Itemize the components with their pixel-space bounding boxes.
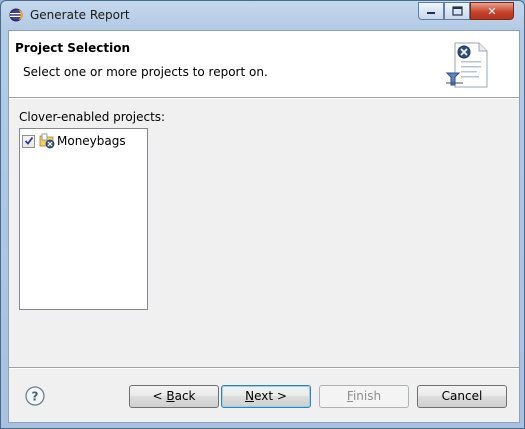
project-list[interactable]: Moneybags	[19, 128, 148, 310]
next-mnemonic: N	[245, 389, 255, 403]
projects-label: Clover-enabled projects:	[19, 110, 166, 124]
checkmark-icon	[24, 136, 33, 145]
window-title: Generate Report	[30, 8, 130, 22]
next-button[interactable]: Next >	[221, 385, 311, 408]
header-separator	[9, 97, 519, 99]
report-wizard-icon	[445, 42, 488, 88]
back-mnemonic: B	[166, 389, 175, 403]
svg-text:?: ?	[32, 390, 39, 404]
clover-project-icon	[39, 133, 55, 149]
close-icon: ✕	[487, 4, 497, 18]
finish-label-rest: inish	[352, 389, 382, 403]
button-bar-separator	[9, 367, 519, 369]
eclipse-app-icon	[9, 8, 23, 22]
finish-button[interactable]: Finish	[319, 385, 409, 408]
title-bar[interactable]: Generate Report ✕	[1, 1, 524, 29]
cancel-button[interactable]: Cancel	[417, 385, 507, 408]
page-title: Project Selection	[15, 41, 131, 55]
back-label-rest: ack	[174, 389, 196, 403]
wizard-header: Project Selection Select one or more pro…	[9, 31, 519, 97]
page-description: Select one or more projects to report on…	[23, 65, 268, 79]
minimize-icon	[427, 12, 435, 14]
maximize-icon	[451, 6, 463, 16]
help-icon[interactable]: ?	[25, 386, 45, 406]
next-label-rest: ext >	[254, 389, 287, 403]
dialog-window: Generate Report ✕ Project Selection Sele…	[0, 0, 525, 429]
back-button[interactable]: < Back	[129, 385, 219, 408]
project-name: Moneybags	[57, 134, 126, 148]
close-button[interactable]: ✕	[470, 2, 514, 20]
minimize-button[interactable]	[418, 2, 444, 20]
dialog-client-area: Project Selection Select one or more pro…	[8, 30, 520, 423]
maximize-button[interactable]	[444, 2, 470, 20]
back-prefix: <	[152, 389, 167, 403]
project-checkbox[interactable]	[22, 134, 35, 148]
list-item[interactable]: Moneybags	[22, 132, 126, 150]
